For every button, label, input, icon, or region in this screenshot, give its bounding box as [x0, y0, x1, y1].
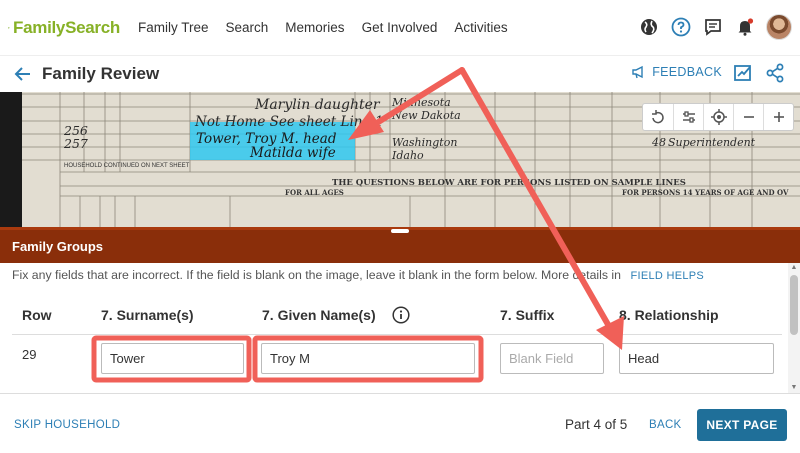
record-image-viewer[interactable]: Marylin daughter Not Home See sheet Line… [0, 92, 800, 227]
surname-field[interactable] [101, 343, 244, 374]
field-helps-link[interactable]: FIELD HELPS [630, 270, 704, 282]
title-bar: Family Review FEEDBACK [0, 56, 800, 92]
feedback-label: FEEDBACK [652, 65, 722, 79]
relationship-field[interactable] [619, 343, 774, 374]
main-nav: Family Tree Search Memories Get Involved… [138, 20, 525, 35]
adjust-tool[interactable] [673, 104, 703, 130]
nav-get-involved[interactable]: Get Involved [362, 20, 438, 35]
nav-family-tree[interactable]: Family Tree [138, 20, 209, 35]
place-2: New Dakota [392, 109, 461, 122]
family-tree-logo-icon [8, 26, 10, 29]
handwritten-line-2: Not Home See sheet Line 1 [195, 114, 384, 130]
form-scrollbar[interactable]: ▲ ▼ [788, 263, 800, 393]
notifications-icon[interactable] [734, 16, 756, 38]
place-1: Minnesota [392, 96, 451, 109]
scroll-down-arrow-icon[interactable]: ▼ [788, 383, 800, 393]
column-header-given-name: 7. Given Name(s) [262, 307, 376, 323]
share-icon[interactable] [764, 62, 786, 84]
family-groups-title: Family Groups [12, 239, 104, 254]
page-title: Family Review [42, 64, 160, 83]
column-header-suffix: 7. Suffix [500, 307, 555, 323]
megaphone-icon [632, 65, 643, 79]
globe-icon[interactable] [638, 16, 660, 38]
header-divider [12, 334, 782, 335]
locate-tool[interactable] [703, 104, 733, 130]
scroll-thumb[interactable] [790, 275, 798, 335]
handwritten-line-1: Marylin daughter [255, 97, 380, 113]
zoom-in-tool[interactable] [763, 104, 793, 130]
logo-text: FamilySearch [13, 17, 120, 37]
line-number-257: 257 [64, 136, 88, 151]
zoom-out-tool[interactable] [733, 104, 763, 130]
place-3: Washington [392, 136, 458, 149]
back-button[interactable]: BACK [649, 419, 682, 431]
messages-icon[interactable] [702, 16, 724, 38]
page: FamilySearch Family Tree Search Memories… [0, 0, 800, 453]
logo[interactable]: FamilySearch [8, 17, 120, 39]
age-value: 48 [652, 136, 666, 149]
minus-icon [743, 116, 754, 118]
printed-subheader: FOR ALL AGES [285, 188, 344, 197]
suffix-field[interactable] [500, 343, 604, 374]
printed-header: THE QUESTIONS BELOW ARE FOR PERSONS LIST… [332, 178, 686, 188]
image-viewer-toolbar [642, 103, 794, 131]
top-navigation: FamilySearch Family Tree Search Memories… [0, 0, 800, 56]
rotate-icon [652, 110, 664, 124]
instructions-text: Fix any fields that are incorrect. If th… [12, 268, 622, 282]
info-icon[interactable] [392, 306, 410, 324]
place-4: Idaho [392, 149, 424, 162]
instructions: Fix any fields that are incorrect. If th… [12, 268, 704, 282]
target-icon [710, 109, 727, 125]
handwritten-line-4: Matilda wife [250, 145, 336, 161]
image-border [0, 92, 22, 227]
feedback-button[interactable]: FEEDBACK [631, 64, 722, 80]
skip-household-link[interactable]: SKIP HOUSEHOLD [14, 419, 120, 431]
panel-resize-handle[interactable] [391, 229, 409, 233]
chart-icon[interactable] [732, 62, 754, 84]
printed-right-header: FOR PERSONS 14 YEARS OF AGE AND OV [622, 188, 789, 197]
footer-bar: SKIP HOUSEHOLD Part 4 of 5 BACK NEXT PAG… [0, 393, 800, 453]
sliders-icon [682, 111, 695, 123]
column-header-surname: 7. Surname(s) [101, 307, 194, 323]
part-indicator: Part 4 of 5 [565, 417, 628, 432]
printed-note: HOUSEHOLD CONTINUED ON NEXT SHEET [64, 163, 190, 169]
back-arrow-icon[interactable] [12, 63, 34, 85]
plus-icon [773, 112, 784, 122]
nav-icons [628, 14, 792, 40]
nav-search[interactable]: Search [226, 20, 269, 35]
user-avatar[interactable] [766, 14, 792, 40]
given-name-field[interactable] [261, 343, 475, 374]
row-number: 29 [22, 347, 37, 362]
occupation-value: Superintendent [668, 136, 756, 149]
nav-activities[interactable]: Activities [454, 20, 507, 35]
help-icon[interactable] [670, 16, 692, 38]
nav-memories[interactable]: Memories [285, 20, 344, 35]
scroll-up-arrow-icon[interactable]: ▲ [788, 263, 800, 273]
next-page-button[interactable]: NEXT PAGE [697, 409, 787, 441]
column-header-row: Row [22, 307, 52, 323]
column-header-relationship: 8. Relationship [619, 307, 719, 323]
rotate-tool[interactable] [643, 104, 673, 130]
